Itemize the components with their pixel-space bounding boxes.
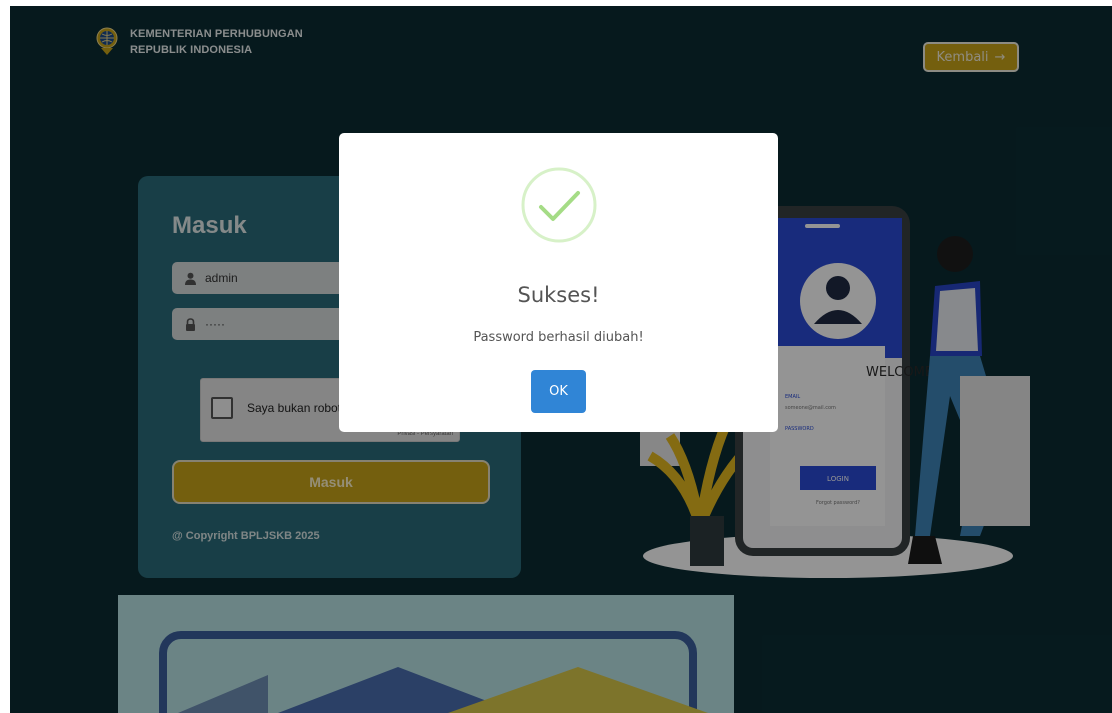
dialog-message: Password berhasil diubah! bbox=[473, 330, 644, 345]
success-dialog: Sukses! Password berhasil diubah! OK bbox=[339, 133, 778, 432]
success-check-icon bbox=[521, 167, 597, 243]
dialog-title: Sukses! bbox=[517, 283, 600, 307]
ok-button[interactable]: OK bbox=[531, 370, 586, 413]
